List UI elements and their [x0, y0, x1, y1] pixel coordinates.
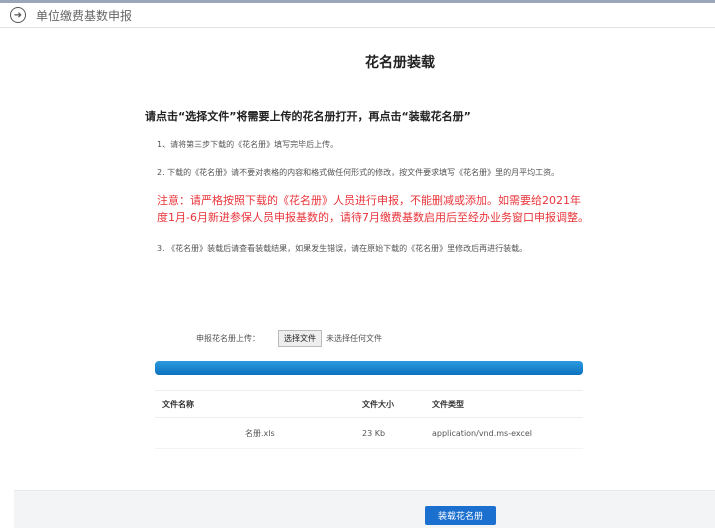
instruction-item-1: 1、请将第三步下载的《花名册》填写完毕后上传。	[157, 140, 339, 149]
col-filetype: 文件类型	[432, 399, 464, 409]
instructions-heading: 请点击“选择文件”将需要上传的花名册打开，再点击“装载花名册”	[145, 110, 471, 123]
choose-file-button[interactable]: 选择文件	[278, 330, 322, 347]
footer-bar	[14, 490, 715, 528]
cell-filetype: application/vnd.ms-excel	[432, 428, 533, 438]
instruction-item-2: 2. 下载的《花名册》请不要对表格的内容和格式做任何形式的修改，按文件要求填写《…	[157, 167, 560, 177]
upload-label: 申报花名册上传：	[196, 334, 260, 343]
cell-filesize: 23 Kb	[362, 428, 386, 438]
file-table: 文件名称 文件大小 文件类型 名册.xls 23 Kb application/…	[155, 390, 583, 449]
file-status: 未选择任何文件	[326, 334, 382, 343]
table-row: 名册.xls 23 Kb application/vnd.ms-excel	[155, 418, 583, 449]
page-title: 花名册装载	[365, 55, 435, 71]
load-roster-button[interactable]: 装载花名册	[425, 506, 496, 525]
arrow-right-circle-icon[interactable]: ➜	[10, 7, 26, 23]
upload-row: 申报花名册上传： 选择文件 未选择任何文件	[196, 330, 382, 347]
table-header: 文件名称 文件大小 文件类型	[155, 391, 583, 418]
header-title: 单位缴费基数申报	[36, 8, 133, 23]
col-filename: 文件名称	[162, 399, 194, 409]
cell-filename: 名册.xls	[245, 428, 275, 438]
header-bar: ➜ 单位缴费基数申报	[0, 0, 715, 28]
upload-progress-bar	[155, 361, 583, 375]
instruction-item-3: 3. 《花名册》装载后请查看装载结果，如果发生错误，请在原始下载的《花名册》里修…	[157, 244, 528, 254]
col-filesize: 文件大小	[362, 399, 394, 409]
notice-text: 注意：请严格按照下载的《花名册》人员进行申报，不能删减或添加。如需要给2021年…	[157, 194, 589, 224]
instructions: 请点击“选择文件”将需要上传的花名册打开，再点击“装载花名册” 1、请将第三步下…	[145, 108, 590, 270]
